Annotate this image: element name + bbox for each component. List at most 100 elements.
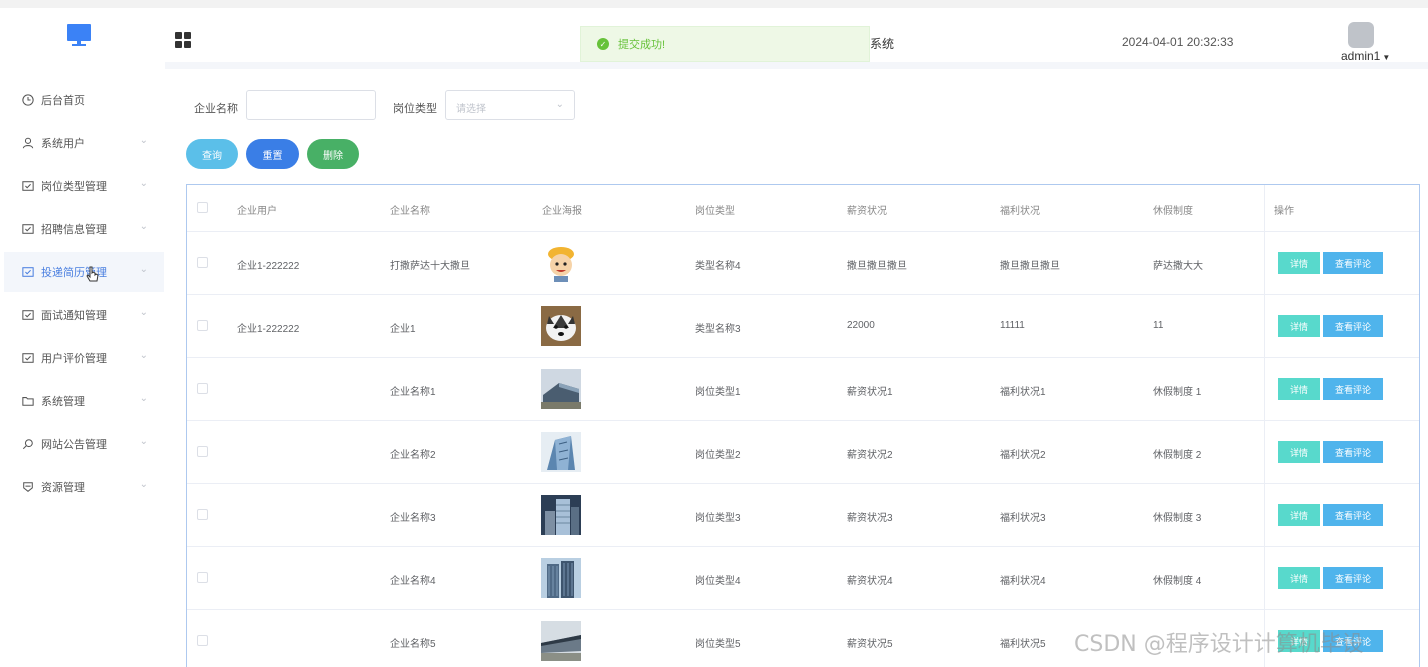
cell-type: 岗位类型1 xyxy=(695,387,741,398)
sidebar-item[interactable]: 资源管理 ⌄ xyxy=(4,467,164,507)
form-icon xyxy=(21,308,35,322)
watermark: CSDN @程序设计计算机毕设 xyxy=(1074,632,1364,657)
sidebar-item[interactable]: 系统用户 ⌄ xyxy=(4,123,164,163)
view-review-button[interactable]: 查看评论 xyxy=(1323,567,1383,589)
chevron-down-icon: ⌄ xyxy=(139,135,148,146)
poster-image[interactable] xyxy=(541,369,581,409)
cell-salary: 薪资状况2 xyxy=(847,450,893,461)
detail-button[interactable]: 详情 xyxy=(1278,441,1320,463)
cell-name: 企业名称1 xyxy=(390,387,436,398)
cell-name: 企业名称2 xyxy=(390,450,436,461)
cell-name: 企业名称5 xyxy=(390,639,436,650)
delete-button[interactable]: 删除 xyxy=(307,139,359,169)
select-all-checkbox[interactable] xyxy=(197,202,208,213)
cell-salary: 薪资状况3 xyxy=(847,513,893,524)
clock-icon xyxy=(21,93,35,107)
cell-name: 企业名称3 xyxy=(390,513,436,524)
row-checkbox[interactable] xyxy=(197,257,208,268)
job-type-select[interactable]: 请选择 ⌄ xyxy=(445,90,575,120)
menu-grid-icon[interactable] xyxy=(175,32,191,48)
row-checkbox[interactable] xyxy=(197,572,208,583)
avatar[interactable] xyxy=(1348,22,1374,48)
form-icon xyxy=(21,351,35,365)
sidebar-item[interactable]: 招聘信息管理 ⌄ xyxy=(4,209,164,249)
cell-welfare: 11111 xyxy=(1000,320,1025,331)
detail-button[interactable]: 详情 xyxy=(1278,504,1320,526)
row-checkbox[interactable] xyxy=(197,383,208,394)
poster-image[interactable] xyxy=(541,306,581,346)
row-checkbox[interactable] xyxy=(197,635,208,646)
chevron-down-icon: ⌄ xyxy=(139,178,148,189)
sidebar-item[interactable]: 用户评价管理 ⌄ xyxy=(4,338,164,378)
poster-image[interactable] xyxy=(541,621,581,661)
cell-type: 类型名称4 xyxy=(695,261,741,272)
cell-salary: 撒旦撒旦撒旦 xyxy=(847,261,907,272)
row-checkbox[interactable] xyxy=(197,446,208,457)
sidebar-item-label: 招聘信息管理 xyxy=(41,224,107,236)
detail-button[interactable]: 详情 xyxy=(1278,567,1320,589)
mouse-pointer-icon xyxy=(86,266,99,282)
toast-message: 提交成功! xyxy=(618,39,666,51)
cell-vacation: 休假制度 4 xyxy=(1153,576,1202,587)
view-review-button[interactable]: 查看评论 xyxy=(1323,378,1383,400)
row-checkbox[interactable] xyxy=(197,320,208,331)
reset-button[interactable]: 重置 xyxy=(246,139,299,169)
view-review-button[interactable]: 查看评论 xyxy=(1323,315,1383,337)
cell-user: 企业1-222222 xyxy=(237,324,300,335)
check-circle-icon: ✓ xyxy=(597,38,609,50)
sidebar-item[interactable]: 系统管理 ⌄ xyxy=(4,381,164,421)
cell-salary: 薪资状况4 xyxy=(847,576,893,587)
sidebar-item[interactable]: 后台首页 xyxy=(4,80,164,120)
poster-image[interactable] xyxy=(541,243,581,283)
cell-name: 打撒萨达十大撒旦 xyxy=(390,261,470,272)
chevron-down-icon: ⌄ xyxy=(555,99,564,110)
system-title: 系统 xyxy=(870,37,895,51)
sidebar-item[interactable]: 面试通知管理 ⌄ xyxy=(4,295,164,335)
table-row: 企业名称2 岗位类型2 薪资状况2 福利状况2 休假制度 2 详情 查看评论 xyxy=(187,421,1419,484)
cell-welfare: 撒旦撒旦撒旦 xyxy=(1000,261,1060,272)
table-row: 企业名称3 岗位类型3 薪资状况3 福利状况3 休假制度 3 详情 查看评论 xyxy=(187,484,1419,547)
cell-type: 岗位类型3 xyxy=(695,513,741,524)
detail-button[interactable]: 详情 xyxy=(1278,252,1320,274)
current-datetime: 2024-04-01 20:32:33 xyxy=(1122,35,1234,49)
username-label: admin1 xyxy=(1341,49,1381,63)
column-header: 福利状况 xyxy=(1000,206,1040,217)
cell-welfare: 福利状况5 xyxy=(1000,639,1046,650)
query-button[interactable]: 查询 xyxy=(186,139,238,169)
sidebar-item[interactable]: 投递简历管理 ⌄ xyxy=(4,252,164,292)
view-review-button[interactable]: 查看评论 xyxy=(1323,252,1383,274)
poster-image[interactable] xyxy=(541,495,581,535)
cell-type: 类型名称3 xyxy=(695,324,741,335)
success-toast: ✓ 提交成功! xyxy=(580,26,870,62)
sidebar-item[interactable]: 网站公告管理 ⌄ xyxy=(4,424,164,464)
detail-button[interactable]: 详情 xyxy=(1278,378,1320,400)
chevron-down-icon: ⌄ xyxy=(139,264,148,275)
view-review-button[interactable]: 查看评论 xyxy=(1323,441,1383,463)
table-header-row: 企业用户 企业名称 企业海报 岗位类型 薪资状况 福利状况 休假制度 操作 xyxy=(187,185,1419,232)
sidebar-item-label: 系统管理 xyxy=(41,396,85,408)
sidebar-item-label: 系统用户 xyxy=(41,138,85,150)
poster-image[interactable] xyxy=(541,432,581,472)
column-header: 操作 xyxy=(1274,206,1294,217)
cell-type: 岗位类型2 xyxy=(695,450,741,461)
sidebar-item-label: 资源管理 xyxy=(41,482,85,494)
view-review-button[interactable]: 查看评论 xyxy=(1323,504,1383,526)
table-row: 企业1-222222 企业1 类型名称3 22000 11111 11 详情 查看评论 xyxy=(187,295,1419,358)
table-row: 企业1-222222 打撒萨达十大撒旦 类型名称4 撒旦撒旦撒旦 撒旦撒旦撒旦 萨达撒大大… xyxy=(187,232,1419,295)
monitor-logo-icon xyxy=(67,24,91,46)
form-icon xyxy=(21,179,35,193)
company-name-input[interactable] xyxy=(246,90,376,120)
company-name-label: 企业名称 xyxy=(194,103,238,115)
column-header: 薪资状况 xyxy=(847,206,887,217)
poster-image[interactable] xyxy=(541,558,581,598)
column-header: 企业海报 xyxy=(542,206,582,217)
sidebar-item-label: 面试通知管理 xyxy=(41,310,107,322)
sidebar-item[interactable]: 岗位类型管理 ⌄ xyxy=(4,166,164,206)
detail-button[interactable]: 详情 xyxy=(1278,315,1320,337)
row-checkbox[interactable] xyxy=(197,509,208,520)
user-dropdown[interactable]: admin1 ▼ xyxy=(1341,49,1390,63)
cell-welfare: 福利状况1 xyxy=(1000,387,1046,398)
column-header: 岗位类型 xyxy=(695,206,735,217)
sidebar-item-label: 后台首页 xyxy=(41,95,85,107)
cell-type: 岗位类型5 xyxy=(695,639,741,650)
